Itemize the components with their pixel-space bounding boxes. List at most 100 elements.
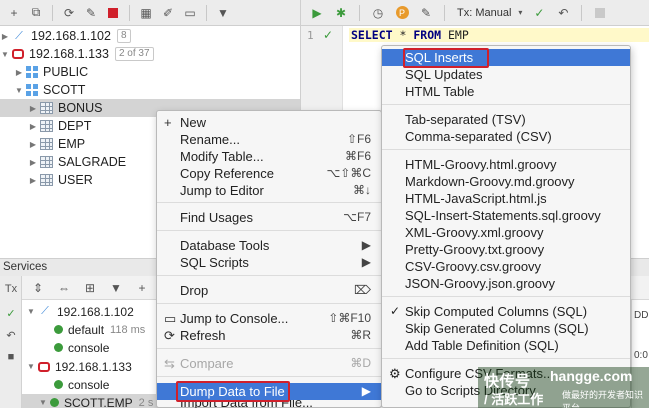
menu-item-modify-table[interactable]: Modify Table... ⌘F6 — [157, 148, 381, 165]
expand-arrow-icon[interactable]: ▶ — [14, 68, 24, 77]
tree-row-label: DEPT — [58, 119, 92, 133]
tree-row-table-user[interactable]: ▶ USER — [28, 171, 93, 189]
submenu-item-sql-insert-statements[interactable]: SQL-Insert-Statements.sql.groovy — [382, 207, 630, 224]
explain-plan-icon[interactable]: P — [392, 3, 412, 23]
expand-arrow-icon[interactable]: ▶ — [28, 158, 38, 167]
tree-row-table-emp[interactable]: ▶ EMP — [28, 135, 85, 153]
collapse-arrow-icon[interactable]: ▼ — [26, 307, 36, 316]
oracle-db-icon — [12, 49, 24, 59]
settings-wrench-icon[interactable]: ✎ — [416, 3, 436, 23]
submenu-item-csv[interactable]: Comma-separated (CSV) — [382, 128, 630, 145]
rollback-icon[interactable]: ↶ — [2, 326, 20, 344]
submenu-item-xml-groovy[interactable]: XML-Groovy.xml.groovy — [382, 224, 630, 241]
menu-item-find-usages[interactable]: Find Usages ⌥F7 — [157, 209, 381, 226]
add-icon[interactable]: + — [4, 3, 24, 23]
submenu-item-html-javascript[interactable]: HTML-JavaScript.html.js — [382, 190, 630, 207]
tree-row-schema-public[interactable]: ▶ PUBLIC — [14, 63, 88, 81]
duplicate-icon[interactable]: ⧉ — [26, 3, 46, 23]
tree-row-table-dept[interactable]: ▶ DEPT — [28, 117, 91, 135]
watermark-subtitle: 做最好的开发者知识平台 — [562, 390, 644, 408]
service-row-default[interactable]: default 118 ms — [52, 321, 145, 338]
submenu-item-pretty-groovy[interactable]: Pretty-Groovy.txt.groovy — [382, 241, 630, 258]
sql-code-line[interactable]: SELECT * FROM EMP — [349, 28, 649, 42]
menu-item-drop[interactable]: Drop ⌦ — [157, 282, 381, 299]
expand-arrow-icon[interactable]: ▶ — [28, 104, 38, 113]
add-service-icon[interactable]: + — [132, 278, 152, 298]
expand-all-icon[interactable]: ⇕ — [28, 278, 48, 298]
menu-item-compare[interactable]: ⇆ Compare ⌘D — [157, 355, 381, 372]
sql-keyword: FROM — [413, 28, 442, 42]
database-toolbar: + ⧉ ⟳ ✎ ▦ ✐ ▭ ▼ — [0, 0, 300, 26]
collapse-all-icon[interactable]: ⇔ — [54, 278, 74, 298]
service-row-host-102[interactable]: ▼ ⟋ 192.168.1.102 — [26, 303, 134, 320]
collapse-arrow-icon[interactable]: ▼ — [26, 362, 36, 371]
collapse-arrow-icon[interactable]: ▼ — [38, 398, 48, 407]
submenu-item-tsv[interactable]: Tab-separated (TSV) — [382, 111, 630, 128]
console-icon[interactable]: ▭ — [180, 3, 200, 23]
commit-icon[interactable]: ✓ — [529, 3, 549, 23]
schema-icon — [26, 84, 38, 96]
submenu-item-add-table-definition[interactable]: Add Table Definition (SQL) — [382, 337, 630, 354]
service-row-label: 192.168.1.133 — [55, 359, 132, 374]
menu-item-rename[interactable]: Rename... ⇧F6 — [157, 131, 381, 148]
menu-item-jump-to-editor[interactable]: Jump to Editor ⌘↓ — [157, 182, 381, 199]
submenu-arrow-icon: ▶ — [361, 238, 371, 252]
expand-arrow-icon[interactable]: ▶ — [28, 176, 38, 185]
submenu-arrow-icon: ▶ — [361, 384, 371, 398]
expand-arrow-icon[interactable]: ▶ — [28, 140, 38, 149]
tx-button[interactable]: Tx — [2, 280, 20, 298]
submenu-item-csv-groovy[interactable]: CSV-Groovy.csv.groovy — [382, 258, 630, 275]
submenu-item-skip-computed-columns[interactable]: ✓ Skip Computed Columns (SQL) — [382, 303, 630, 320]
submenu-item-html-table[interactable]: HTML Table — [382, 83, 630, 100]
service-row-console[interactable]: console — [52, 376, 109, 393]
collapse-arrow-icon[interactable]: ▼ — [14, 86, 24, 95]
history-icon[interactable]: ◷ — [368, 3, 388, 23]
tree-row-host-102[interactable]: ▶ ⟋ 192.168.1.102 8 — [0, 27, 131, 45]
expand-arrow-icon[interactable]: ▶ — [28, 122, 38, 131]
edit-icon[interactable]: ✎ — [81, 3, 101, 23]
collapse-arrow-icon[interactable]: ▼ — [0, 50, 10, 59]
status-dot-icon — [54, 380, 63, 389]
watermark-text: 快传号 — [484, 373, 531, 390]
context-menu: + New Rename... ⇧F6 Modify Table... ⌘F6 … — [156, 110, 382, 408]
menu-item-jump-to-console[interactable]: ▭ Jump to Console... ⇧⌘F10 — [157, 310, 381, 327]
refresh-icon[interactable]: ⟳ — [59, 3, 79, 23]
menu-item-database-tools[interactable]: Database Tools ▶ — [157, 237, 381, 254]
menu-item-refresh[interactable]: ⟳ Refresh ⌘R — [157, 327, 381, 344]
tree-row-schema-scott[interactable]: ▼ SCOTT — [14, 81, 85, 99]
submenu-item-html-groovy[interactable]: HTML-Groovy.html.groovy — [382, 156, 630, 173]
menu-item-new[interactable]: + New — [157, 114, 381, 131]
expand-arrow-icon[interactable]: ▶ — [0, 32, 10, 41]
table-icon — [40, 174, 53, 186]
debug-icon[interactable]: ✱ — [331, 3, 351, 23]
submenu-item-json-groovy[interactable]: JSON-Groovy.json.groovy — [382, 275, 630, 292]
menu-item-sql-scripts[interactable]: SQL Scripts ▶ — [157, 254, 381, 271]
submenu-arrow-icon: ▶ — [361, 255, 371, 269]
filter-icon[interactable]: ▼ — [106, 278, 126, 298]
stop-icon[interactable] — [103, 3, 123, 23]
group-icon[interactable]: ⊞ — [80, 278, 100, 298]
tree-row-table-salgrade[interactable]: ▶ SALGRADE — [28, 153, 126, 171]
edit-source-icon[interactable]: ✐ — [158, 3, 178, 23]
submenu-item-markdown-groovy[interactable]: Markdown-Groovy.md.groovy — [382, 173, 630, 190]
service-row-host-133[interactable]: ▼ 192.168.1.133 — [26, 358, 132, 375]
run-icon[interactable]: ▶ — [307, 3, 327, 23]
editor-toolbar: ▶ ✱ ◷ P ✎ Tx: Manual ▾ ✓ ↶ — [300, 0, 649, 26]
submenu-item-skip-generated-columns[interactable]: Skip Generated Columns (SQL) — [382, 320, 630, 337]
filter-icon[interactable]: ▼ — [213, 3, 233, 23]
tx-mode-dropdown[interactable]: Tx: Manual — [457, 7, 511, 19]
host-icon: ⟋ — [41, 305, 49, 317]
tree-row-host-133[interactable]: ▼ 192.168.1.133 2 of 37 — [0, 45, 154, 63]
table-icon — [40, 156, 53, 168]
commit-icon[interactable]: ✓ — [2, 304, 20, 322]
submenu-item-sql-updates[interactable]: SQL Updates — [382, 66, 630, 83]
rollback-icon[interactable]: ↶ — [553, 3, 573, 23]
stop-icon[interactable]: ■ — [2, 348, 20, 366]
service-row-console[interactable]: console — [52, 339, 109, 356]
table-view-icon[interactable]: ▦ — [136, 3, 156, 23]
menu-item-copy-reference[interactable]: Copy Reference ⌥⇧⌘C — [157, 165, 381, 182]
plus-icon: + — [164, 115, 172, 130]
settings-icon: ⚙ — [389, 366, 401, 381]
watermark-url: hangge.com — [550, 368, 633, 384]
cancel-query-icon[interactable] — [590, 3, 610, 23]
